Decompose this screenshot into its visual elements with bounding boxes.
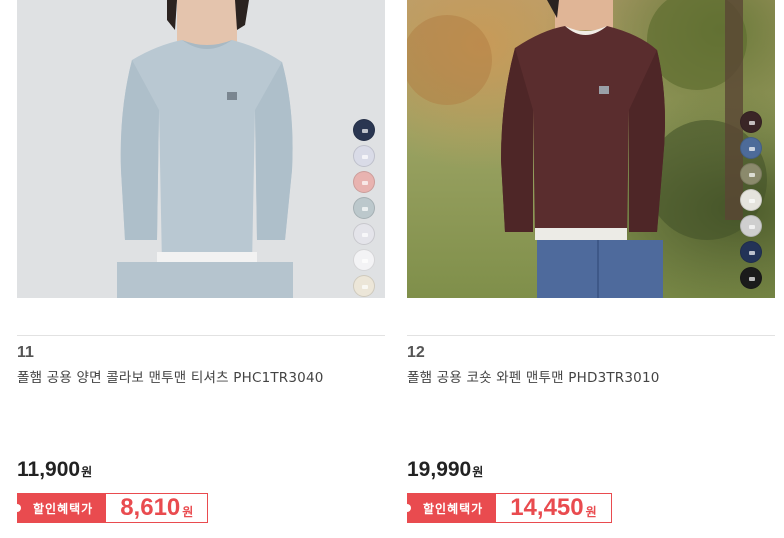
product-name[interactable]: 폴햄 공용 코숏 와펜 맨투맨 PHD3TR3010 [407, 366, 660, 386]
color-swatch[interactable] [740, 111, 762, 133]
discount-price-box: 할인혜택가 14,450 원 [402, 493, 612, 523]
color-swatch[interactable] [353, 275, 375, 297]
color-swatch[interactable] [740, 215, 762, 237]
discount-label: 할인혜택가 [402, 493, 497, 523]
discount-price-box: 할인혜택가 8,610 원 [12, 493, 209, 523]
color-swatch[interactable] [353, 145, 375, 167]
color-swatch[interactable] [740, 137, 762, 159]
currency: 원 [81, 465, 93, 479]
color-swatch[interactable] [740, 267, 762, 289]
original-price: 19,990원 [407, 458, 483, 482]
color-swatch[interactable] [353, 119, 375, 141]
product-card[interactable]: 11 폴햄 공용 양면 콜라보 맨투맨 티셔츠 PHC1TR3040 11,90… [12, 0, 385, 538]
color-swatch[interactable] [353, 197, 375, 219]
price-value: 19,990 [407, 458, 472, 481]
color-swatch[interactable] [740, 241, 762, 263]
color-swatches [740, 111, 764, 293]
color-swatches [353, 119, 377, 298]
color-swatch[interactable] [353, 249, 375, 271]
color-swatch[interactable] [740, 163, 762, 185]
color-swatch[interactable] [353, 223, 375, 245]
divider [17, 335, 385, 336]
product-image[interactable] [407, 0, 775, 298]
product-card[interactable]: 12 폴햄 공용 코숏 와펜 맨투맨 PHD3TR3010 19,990원 할인… [402, 0, 775, 538]
currency: 원 [585, 504, 597, 519]
discount-price: 8,610 원 [106, 493, 209, 523]
discount-price: 14,450 원 [496, 493, 612, 523]
color-swatch[interactable] [740, 189, 762, 211]
color-swatch[interactable] [353, 171, 375, 193]
currency: 원 [472, 465, 484, 479]
product-name[interactable]: 폴햄 공용 양면 콜라보 맨투맨 티셔츠 PHC1TR3040 [17, 366, 324, 386]
original-price: 11,900원 [17, 458, 92, 482]
divider [407, 335, 775, 336]
product-image[interactable] [17, 0, 385, 298]
price-value: 11,900 [17, 458, 81, 481]
discount-price-value: 14,450 [510, 494, 584, 521]
currency: 원 [182, 504, 194, 519]
discount-label: 할인혜택가 [12, 493, 107, 523]
rank-number: 11 [17, 344, 34, 361]
rank-number: 12 [407, 344, 425, 361]
discount-price-value: 8,610 [120, 494, 181, 521]
